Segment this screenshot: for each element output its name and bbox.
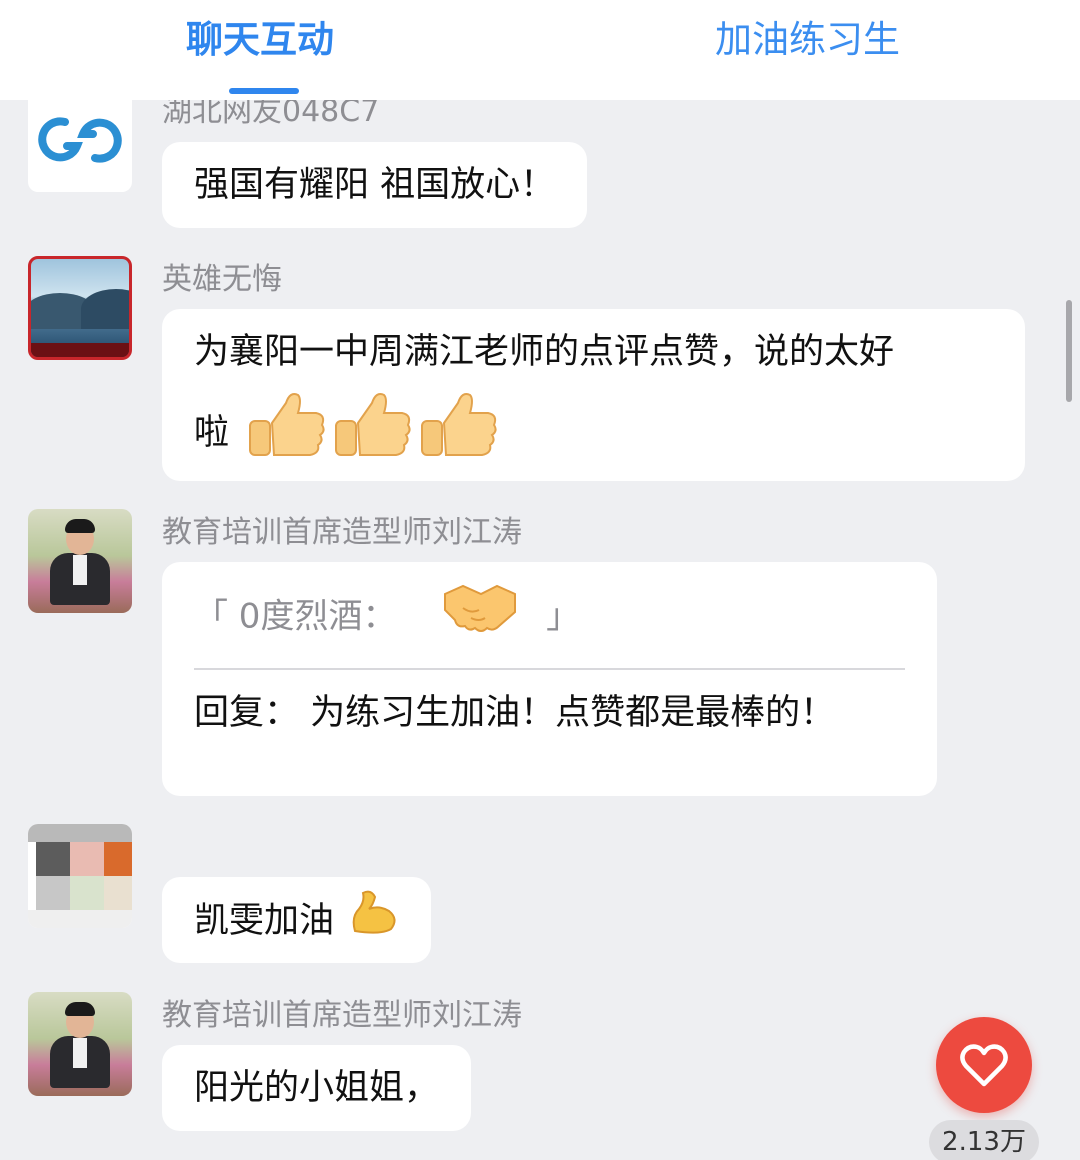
avatar[interactable] <box>28 992 132 1096</box>
reply-bubble[interactable]: 「 0度烈酒： 」 回复： 为练习生加油！点赞都是最棒的！ <box>162 562 937 796</box>
message-bubble[interactable]: 为襄阳一中周满江老师的点评点赞，说的太好 啦 <box>162 309 1025 481</box>
like-button[interactable] <box>936 1017 1032 1113</box>
quote-divider <box>194 668 905 670</box>
avatar[interactable] <box>28 824 132 928</box>
avatar[interactable] <box>28 100 132 192</box>
message-text: 阳光的小姐姐， <box>194 1068 440 1108</box>
chat-list[interactable]: 湖北网友048C7 强国有耀阳 祖国放心！ 英雄无悔 为襄阳一中周满江老师的点评… <box>0 100 1080 1160</box>
logo-icon <box>38 117 122 163</box>
message-text: 强国有耀阳 祖国放心！ <box>194 165 556 205</box>
username: 英雄无悔 <box>162 262 282 297</box>
active-tab-indicator <box>229 88 299 94</box>
message-bubble[interactable]: 强国有耀阳 祖国放心！ <box>162 142 588 228</box>
quoted-message: 「 0度烈酒： 」 <box>194 576 905 660</box>
avatar[interactable] <box>28 509 132 613</box>
message-bubble[interactable]: 凯雯加油 <box>162 877 432 963</box>
heart-icon <box>960 1044 1008 1087</box>
thumbs-up-icon <box>246 385 498 483</box>
flexed-biceps-icon <box>349 887 399 957</box>
username: 湖北网友048C7 <box>162 100 380 129</box>
like-count: 2.13万 <box>929 1120 1039 1160</box>
quote-author: 「 0度烈酒： <box>194 596 397 637</box>
tab-cheer-trainees[interactable]: 加油练习生 <box>715 14 900 66</box>
tab-bar: 聊天互动 加油练习生 <box>0 0 1080 100</box>
username: 教育培训首席造型师刘江涛 <box>162 998 522 1033</box>
message-bubble[interactable]: 阳光的小姐姐， <box>162 1045 472 1131</box>
scrollbar[interactable] <box>1066 300 1072 402</box>
username: 教育培训首席造型师刘江涛 <box>162 515 522 550</box>
avatar[interactable] <box>28 256 132 360</box>
tab-chat-interaction[interactable]: 聊天互动 <box>186 14 334 66</box>
reply-text: 回复： 为练习生加油！点赞都是最棒的！ <box>194 693 836 733</box>
message-text: 凯雯加油 <box>194 901 335 941</box>
quote-close: 」 <box>546 596 581 637</box>
handshake-icon <box>441 576 519 660</box>
message-text-continued: 啦 <box>194 413 230 453</box>
message-text: 为襄阳一中周满江老师的点评点赞，说的太好 <box>194 332 895 372</box>
